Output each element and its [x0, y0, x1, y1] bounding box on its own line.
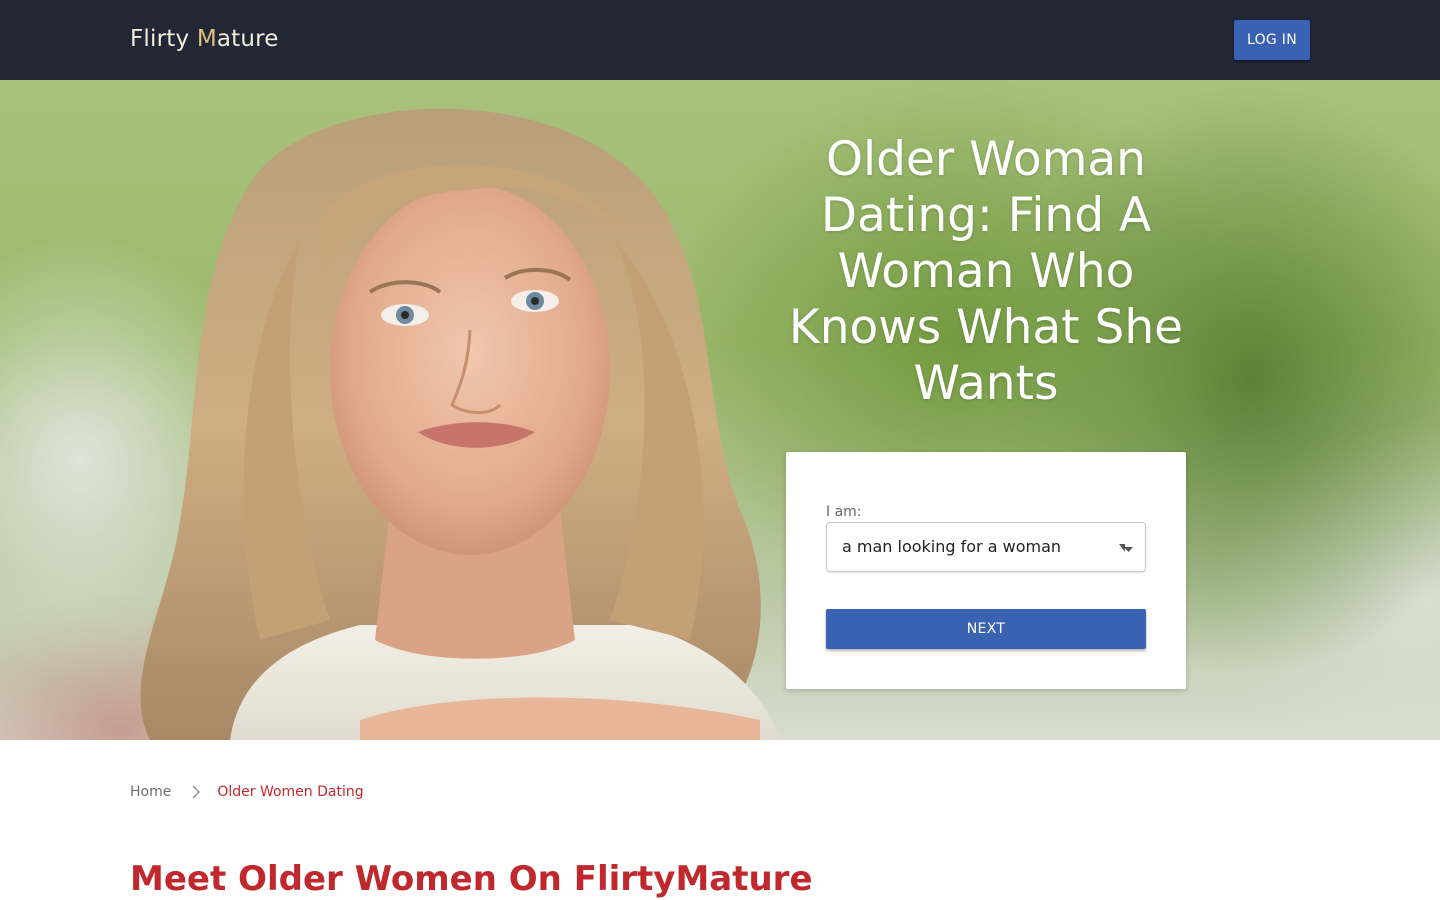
site-logo[interactable]: Flirty Mature	[130, 22, 279, 56]
top-navigation-bar: Flirty Mature LOG IN	[0, 0, 1440, 80]
seeking-select-value: a man looking for a woman	[842, 537, 1062, 556]
section-heading: Meet Older Women On FlirtyMature	[130, 859, 813, 899]
logo-letter-m: M	[196, 26, 217, 52]
breadcrumb-current-link[interactable]: Older Women Dating	[217, 784, 363, 800]
next-button[interactable]: NEXT	[826, 609, 1146, 649]
seeking-select[interactable]: a man looking for a woman	[826, 522, 1146, 572]
caret-down-icon	[1119, 544, 1133, 552]
hero-title: Older Woman Dating: Find A Woman Who Kno…	[788, 132, 1184, 411]
hero-woman-photo	[140, 108, 780, 740]
chevron-right-icon	[192, 785, 201, 799]
logo-text-flirty: Flirty	[130, 26, 197, 52]
login-button[interactable]: LOG IN	[1234, 20, 1310, 60]
signup-form-card: I am: a man looking for a woman NEXT	[786, 452, 1186, 689]
hero-banner: Older Woman Dating: Find A Woman Who Kno…	[0, 80, 1440, 740]
logo-text-ature: ature	[216, 26, 279, 52]
breadcrumb-home-link[interactable]: Home	[130, 784, 171, 800]
iam-label: I am:	[826, 504, 862, 520]
breadcrumb: Home Older Women Dating	[130, 782, 364, 802]
